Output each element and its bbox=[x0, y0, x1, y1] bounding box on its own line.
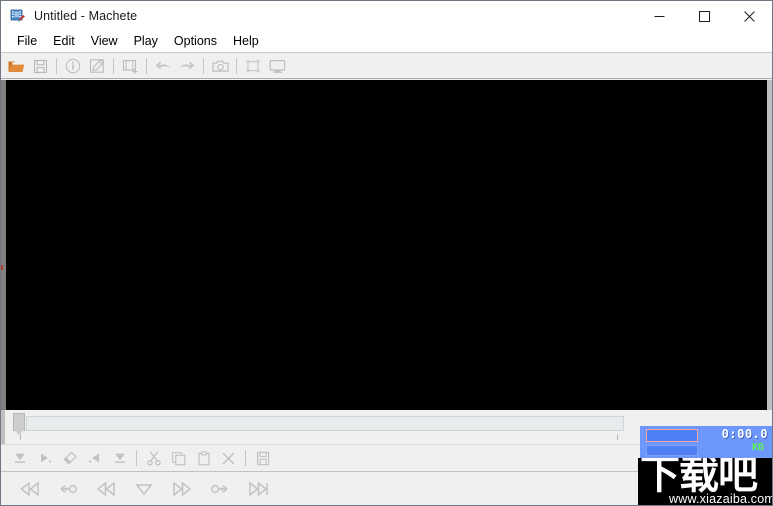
menu-help[interactable]: Help bbox=[225, 31, 267, 52]
info-field-secondary bbox=[646, 445, 698, 456]
fast-forward-icon[interactable] bbox=[163, 475, 201, 503]
delete-x-icon[interactable] bbox=[216, 447, 241, 469]
previous-keyframe-icon[interactable] bbox=[49, 475, 87, 503]
timeline-tick-end bbox=[617, 434, 618, 440]
cut-scissors-icon[interactable] bbox=[141, 447, 166, 469]
toolbar-separator bbox=[113, 58, 114, 74]
video-preview-area[interactable] bbox=[6, 80, 767, 410]
edit-metadata-icon bbox=[85, 55, 109, 77]
film-strip-machete-icon bbox=[10, 8, 26, 24]
skip-to-end-icon[interactable] bbox=[239, 475, 277, 503]
main-toolbar bbox=[1, 54, 772, 79]
save-file-icon bbox=[28, 55, 52, 77]
window-title: Untitled - Machete bbox=[34, 9, 138, 23]
skip-to-start-icon[interactable] bbox=[11, 475, 49, 503]
close-button[interactable] bbox=[727, 1, 772, 31]
open-file-icon[interactable] bbox=[4, 55, 28, 77]
edit-toolbar-separator bbox=[136, 450, 137, 466]
fullscreen-monitor-icon bbox=[265, 55, 289, 77]
window-controls bbox=[637, 1, 772, 31]
set-selection-start-icon[interactable] bbox=[7, 447, 32, 469]
toolbar-separator bbox=[236, 58, 237, 74]
play-marker-icon[interactable] bbox=[125, 475, 163, 503]
minimize-button[interactable] bbox=[637, 1, 682, 31]
menu-options[interactable]: Options bbox=[166, 31, 225, 52]
watermark-url: www.xiazaiba.com bbox=[669, 492, 773, 506]
menu-bar: File Edit View Play Options Help bbox=[1, 31, 772, 53]
timeline-playhead[interactable] bbox=[13, 413, 25, 435]
info-field-primary bbox=[646, 429, 698, 442]
goto-selection-end-icon[interactable] bbox=[82, 447, 107, 469]
video-marker-nub bbox=[1, 265, 3, 270]
rewind-icon[interactable] bbox=[87, 475, 125, 503]
playback-time-display: 0:00.0 bbox=[721, 427, 768, 441]
save-selection-icon[interactable] bbox=[250, 447, 275, 469]
menu-edit[interactable]: Edit bbox=[45, 31, 83, 52]
toolbar-separator bbox=[146, 58, 147, 74]
maximize-button[interactable] bbox=[682, 1, 727, 31]
redo-icon bbox=[175, 55, 199, 77]
machete-application-window: Untitled - Machete File Edit View Play O… bbox=[0, 0, 773, 506]
copy-icon[interactable] bbox=[166, 447, 191, 469]
menu-view[interactable]: View bbox=[83, 31, 126, 52]
toolbar-separator bbox=[203, 58, 204, 74]
size-unit-label: KB bbox=[751, 442, 764, 453]
crop-frame-icon bbox=[241, 55, 265, 77]
edit-toolbar-separator bbox=[245, 450, 246, 466]
set-selection-end-icon[interactable] bbox=[107, 447, 132, 469]
timeline-tick-start bbox=[20, 434, 21, 440]
toolbar-separator bbox=[56, 58, 57, 74]
paste-icon[interactable] bbox=[191, 447, 216, 469]
file-info-icon bbox=[61, 55, 85, 77]
title-bar: Untitled - Machete bbox=[1, 1, 772, 31]
undo-icon bbox=[151, 55, 175, 77]
timeline-left-gutter bbox=[1, 410, 5, 446]
timeline-slider[interactable] bbox=[26, 416, 624, 431]
site-watermark: 下载吧 www.xiazaiba.com bbox=[638, 458, 773, 506]
menu-file[interactable]: File bbox=[9, 31, 45, 52]
clear-selection-icon[interactable] bbox=[57, 447, 82, 469]
next-keyframe-icon[interactable] bbox=[201, 475, 239, 503]
insert-file-icon bbox=[118, 55, 142, 77]
video-right-gutter bbox=[767, 80, 772, 410]
play-selection-icon[interactable] bbox=[32, 447, 57, 469]
menu-play[interactable]: Play bbox=[126, 31, 166, 52]
snapshot-camera-icon bbox=[208, 55, 232, 77]
